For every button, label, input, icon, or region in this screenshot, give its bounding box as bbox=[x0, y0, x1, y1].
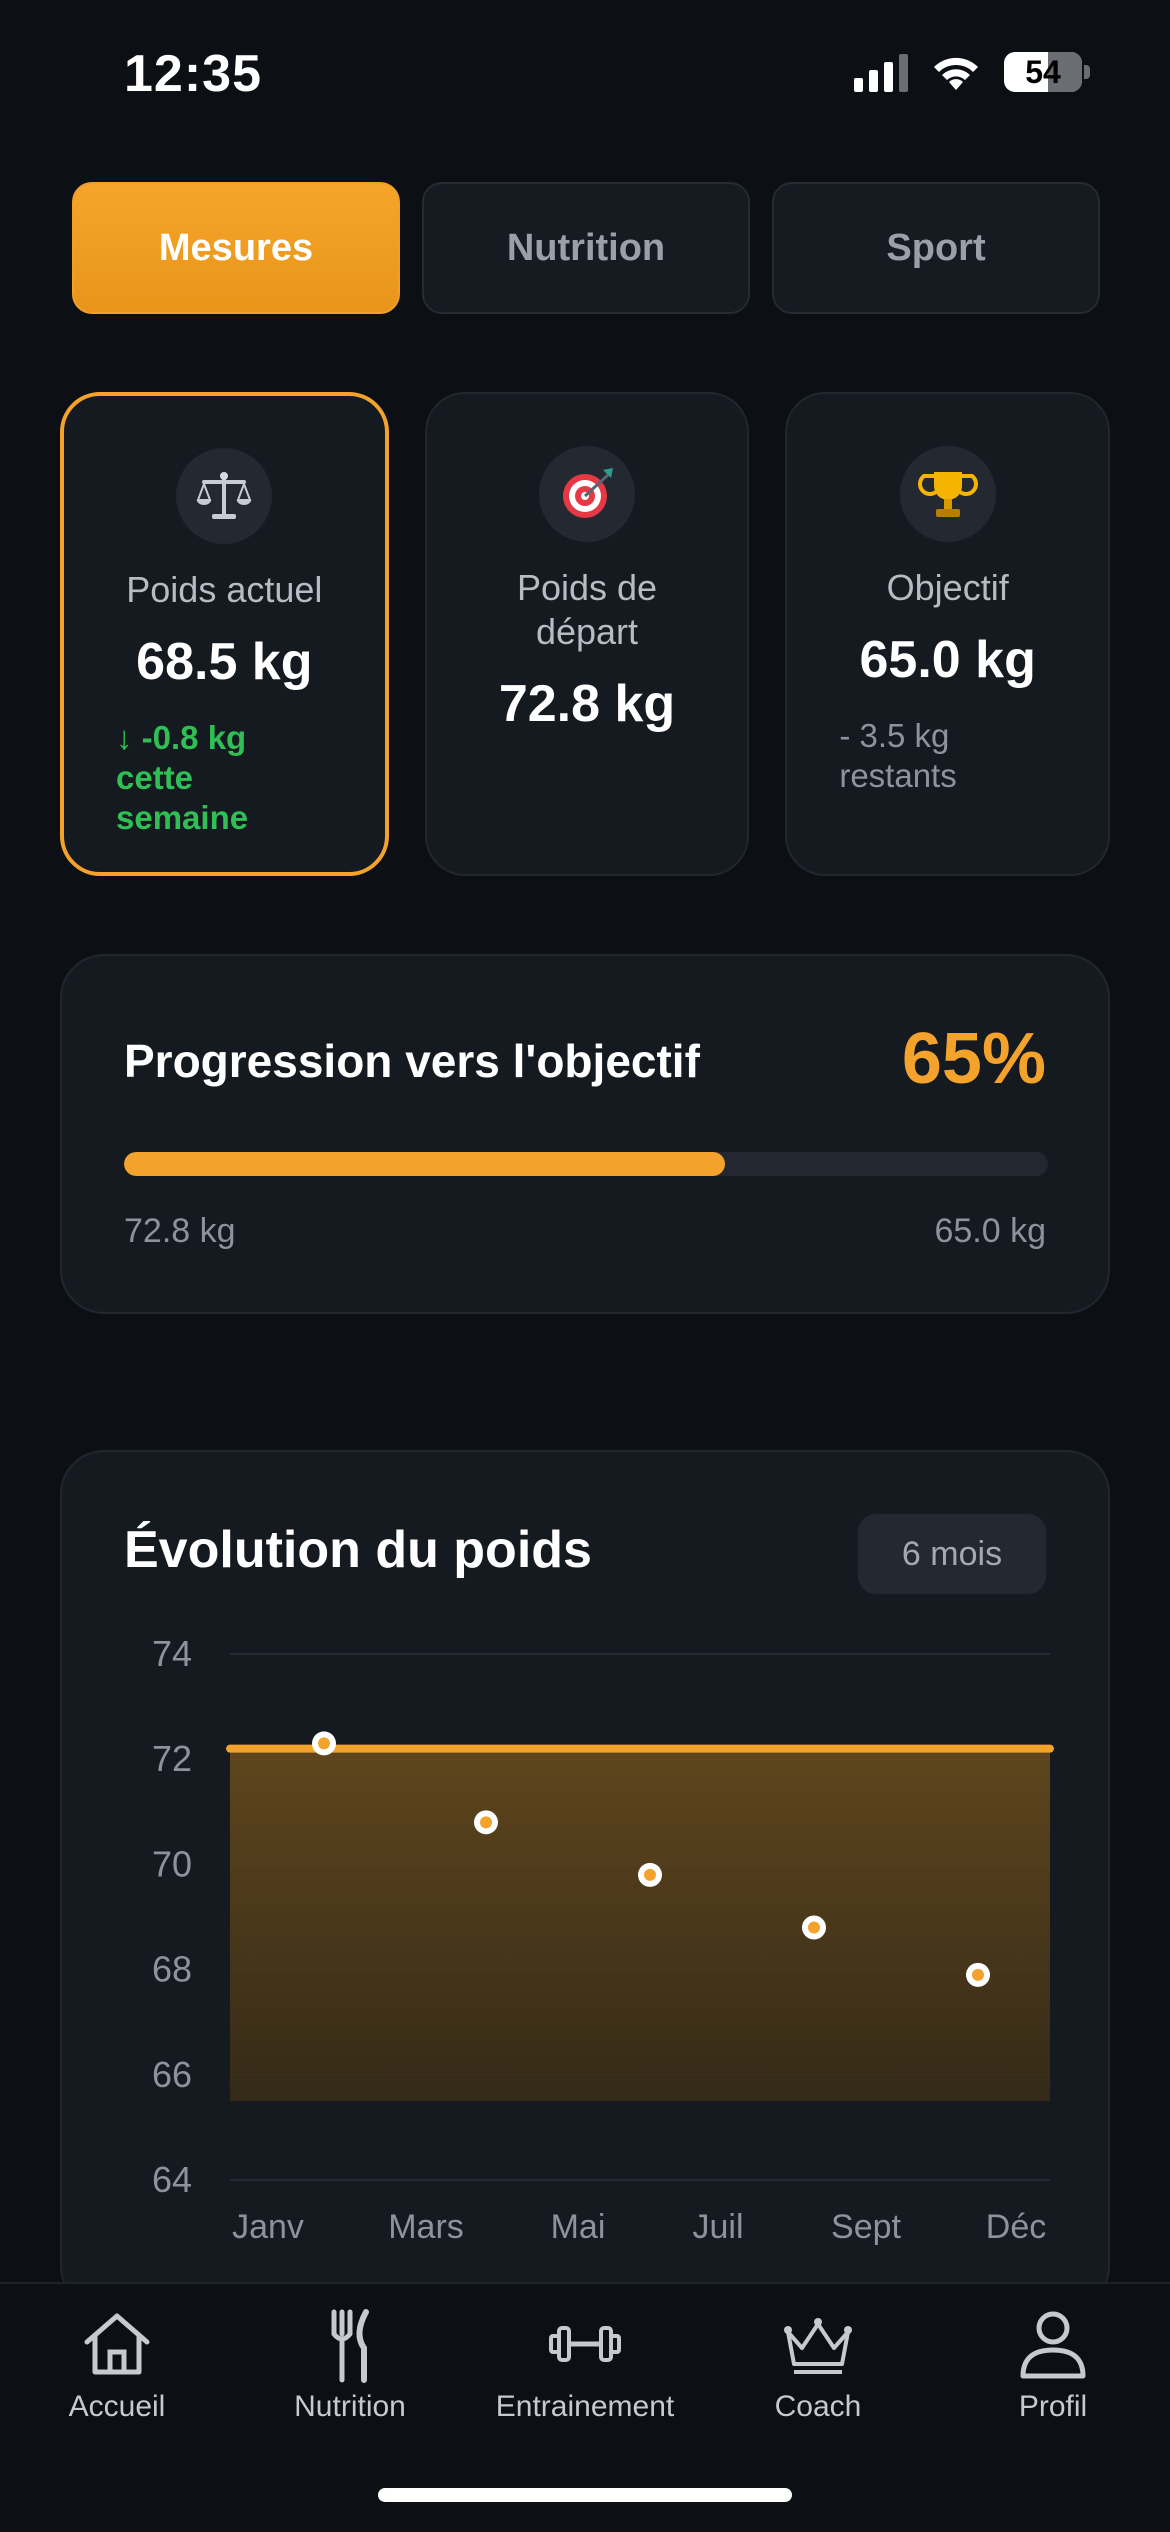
weight-point-core-1 bbox=[480, 1816, 492, 1829]
fork-knife-icon bbox=[331, 2309, 369, 2383]
cellular-signal-icon bbox=[854, 52, 908, 92]
start-weight-card[interactable]: Poids de départ 72.8 kg bbox=[424, 392, 750, 876]
x-tick-label-0: Janv bbox=[232, 2208, 304, 2246]
battery-level: 54 bbox=[1025, 53, 1061, 90]
screen: 12:35 54 Mesures Nutrition Sport Poids a… bbox=[0, 0, 1170, 2532]
chart-range-selector[interactable]: 6 mois bbox=[858, 1514, 1046, 1594]
segment-tabs: Mesures Nutrition Sport bbox=[72, 182, 1100, 314]
x-tick-label-2: Mai bbox=[551, 2208, 606, 2246]
start-weight-label-line-2: départ bbox=[535, 611, 639, 652]
x-tick-label-4: Sept bbox=[831, 2208, 901, 2246]
goal-weight-value: 65.0 kg bbox=[859, 631, 1036, 689]
start-weight-label: Poids de départ bbox=[517, 566, 657, 654]
tab-mesures[interactable]: Mesures bbox=[72, 182, 400, 314]
progress-title: Progression vers l'objectif bbox=[124, 1035, 700, 1087]
nav-item-accueil[interactable]: Accueil bbox=[2, 2304, 232, 2424]
weight-point-core-3 bbox=[808, 1921, 820, 1934]
y-tick-label-68: 68 bbox=[152, 1949, 192, 1990]
progress-bar bbox=[124, 1152, 1048, 1176]
target-icon bbox=[539, 446, 635, 542]
dumbbell-icon bbox=[549, 2326, 621, 2362]
weight-point-core-0 bbox=[318, 1737, 330, 1750]
y-tick-label-66: 66 bbox=[152, 2054, 192, 2095]
current-weight-card[interactable]: Poids actuel 68.5 kg ↓ -0.8 kg cette sem… bbox=[60, 392, 389, 876]
home-icon bbox=[84, 2313, 150, 2375]
tab-sport[interactable]: Sport bbox=[772, 182, 1100, 314]
remaining-weight-line-1: - 3.5 kg bbox=[839, 717, 950, 754]
chart-title: Évolution du poids bbox=[124, 1521, 592, 1579]
y-tick-label-74: 74 bbox=[152, 1633, 192, 1674]
weekly-change: ↓ -0.8 kg cette semaine bbox=[116, 718, 248, 838]
current-weight-label: Poids actuel bbox=[126, 569, 323, 610]
nav-label-profil: Profil bbox=[1018, 2390, 1088, 2423]
start-weight-value: 72.8 kg bbox=[498, 675, 676, 733]
y-tick-label-64: 64 bbox=[152, 2159, 192, 2200]
weekly-change-line-2: cette bbox=[116, 759, 194, 796]
progress-start-weight: 72.8 kg bbox=[124, 1212, 236, 1250]
weekly-change-line-1: ↓ -0.8 kg bbox=[116, 719, 247, 756]
remaining-weight: - 3.5 kg restants bbox=[839, 716, 956, 796]
current-weight-value: 68.5 kg bbox=[136, 633, 313, 691]
x-tick-label-5: Déc bbox=[986, 2208, 1046, 2246]
nav-label-nutrition: Nutrition bbox=[294, 2390, 406, 2423]
scale-icon bbox=[176, 448, 273, 544]
nav-item-entrainement[interactable]: Entrainement bbox=[470, 2304, 700, 2424]
home-indicator[interactable] bbox=[378, 2488, 792, 2502]
nav-label-coach: Coach bbox=[774, 2390, 862, 2423]
progress-bar-fill bbox=[124, 1152, 725, 1176]
weight-point-core-4 bbox=[972, 1968, 984, 1981]
x-tick-label-3: Juil bbox=[692, 2208, 743, 2246]
crown-icon bbox=[784, 2318, 852, 2374]
status-icons: 54 bbox=[854, 52, 1090, 92]
start-weight-label-line-1: Poids de bbox=[516, 567, 658, 608]
goal-weight-card[interactable]: Objectif 65.0 kg - 3.5 kg restants bbox=[785, 392, 1111, 876]
nav-label-accueil: Accueil bbox=[68, 2390, 166, 2423]
battery-icon: 54 bbox=[1004, 52, 1090, 92]
tab-nutrition[interactable]: Nutrition bbox=[422, 182, 750, 314]
profile-icon bbox=[1020, 2311, 1086, 2379]
weight-point-core-2 bbox=[644, 1868, 656, 1881]
progress-goal-weight: 65.0 kg bbox=[934, 1212, 1046, 1250]
weekly-change-line-3: semaine bbox=[116, 799, 249, 836]
status-time: 12:35 bbox=[124, 45, 262, 103]
trophy-icon bbox=[899, 446, 996, 542]
remaining-weight-line-2: restants bbox=[839, 757, 957, 794]
weight-area-fill bbox=[230, 1748, 1050, 2102]
nav-item-nutrition[interactable]: Nutrition bbox=[235, 2304, 465, 2424]
stat-cards: Poids actuel 68.5 kg ↓ -0.8 kg cette sem… bbox=[60, 392, 1111, 876]
y-tick-label-70: 70 bbox=[152, 1843, 192, 1884]
goal-weight-label: Objectif bbox=[886, 567, 1009, 608]
wifi-icon bbox=[934, 57, 978, 90]
weight-chart-card: 74 72 70 68 66 64 Janv Mars Mai Juil Sept Déc Évol… bbox=[60, 1450, 1110, 2310]
x-tick-label-1: Mars bbox=[388, 2208, 464, 2246]
nav-item-coach[interactable]: Coach bbox=[703, 2304, 933, 2424]
goal-progress-card: Progression vers l'objectif 65% 72.8 kg … bbox=[60, 954, 1110, 1314]
progress-percent: 65% bbox=[901, 1019, 1046, 1099]
y-tick-label-72: 72 bbox=[152, 1738, 192, 1779]
nav-label-entrainement: Entrainement bbox=[495, 2390, 675, 2423]
nav-item-profil[interactable]: Profil bbox=[938, 2304, 1168, 2424]
